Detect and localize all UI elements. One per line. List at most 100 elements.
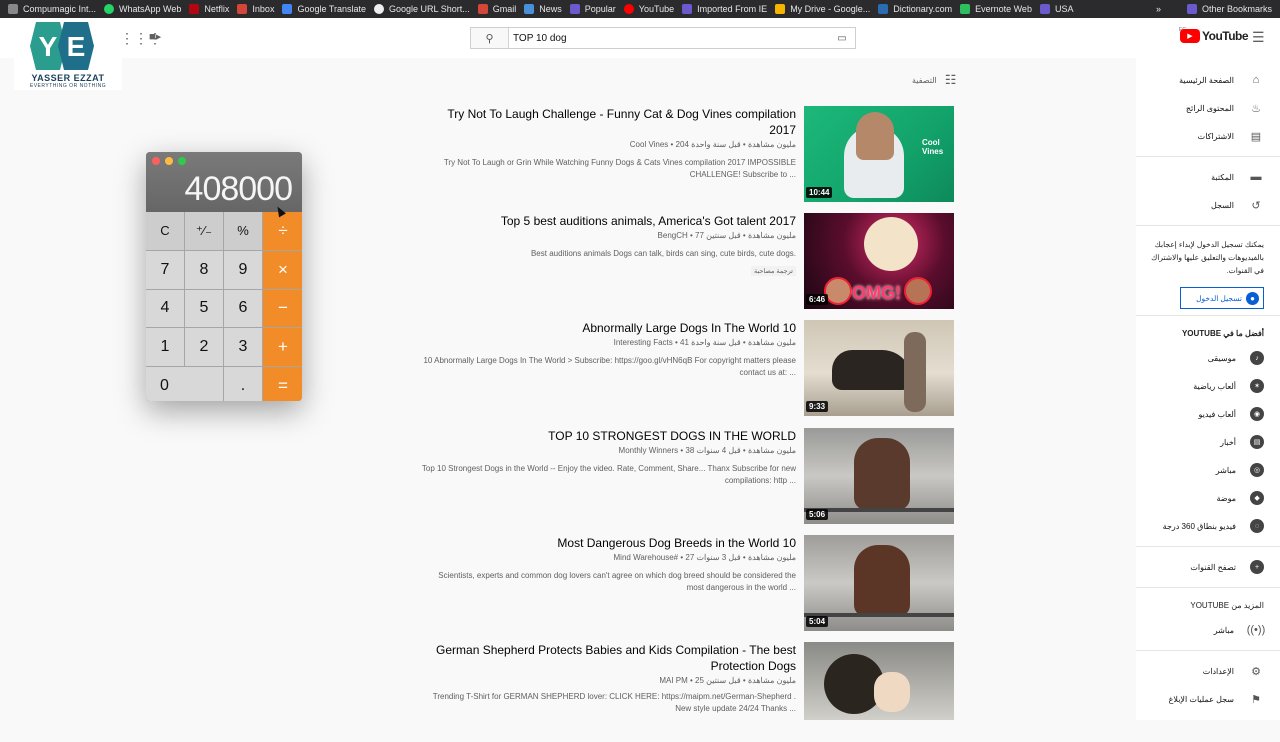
video-thumbnail[interactable]: 5:06 — [804, 428, 954, 524]
bookmark-youtube[interactable]: YouTube — [623, 4, 674, 14]
bookmark-popular[interactable]: Popular — [569, 4, 616, 14]
add-key[interactable]: + — [263, 328, 302, 367]
sidebar-item-360[interactable]: ◌ فيديو بنطاق 360 درجة — [1136, 512, 1280, 540]
sidebar-item-music[interactable]: ♪ موسيقى — [1136, 344, 1280, 372]
digit-8-key[interactable]: 8 — [185, 250, 223, 289]
music-icon: ♪ — [1250, 351, 1264, 365]
sidebar-item-gaming[interactable]: ◉ ألعاب فيديو — [1136, 400, 1280, 428]
bookmark-dictionary[interactable]: Dictionary.com — [878, 4, 952, 14]
sign-toggle-key[interactable]: ⁺∕₋ — [185, 212, 223, 250]
video-result-4[interactable]: TOP 10 STRONGEST DOGS IN THE WORLD Month… — [420, 428, 960, 528]
sidebar-item-live[interactable]: ◎ مباشر — [1136, 456, 1280, 484]
video-thumbnail[interactable]: Cool Vines 10:44 — [804, 106, 954, 202]
decimal-key[interactable]: . — [224, 367, 262, 401]
video-thumbnail[interactable]: 9:33 — [804, 320, 954, 416]
video-thumbnail[interactable]: OMG! 6:46 — [804, 213, 954, 309]
sidebar-item-browse-channels[interactable]: + تصفح القنوات — [1136, 553, 1280, 581]
equals-key[interactable]: = — [263, 367, 302, 401]
duration-badge: 5:04 — [806, 616, 829, 627]
drive-icon — [775, 4, 786, 14]
sidebar-item-news[interactable]: ▤ أخبار — [1136, 428, 1280, 456]
video-info: Try Not To Laugh Challenge - Funny Cat &… — [420, 106, 796, 181]
bookmark-imported[interactable]: Imported From IE — [682, 4, 767, 14]
person-shape — [904, 332, 926, 412]
video-thumbnail[interactable] — [804, 642, 954, 720]
percent-key[interactable]: % — [224, 212, 262, 250]
evernote-icon — [960, 4, 971, 14]
divider — [1136, 225, 1280, 226]
youtube-logo[interactable]: ▶ YouTube — [1180, 29, 1249, 43]
sidebar-item-home[interactable]: ⌂ الصفحة الرئيسية — [1136, 66, 1280, 94]
bookmark-google-url[interactable]: Google URL Short... — [374, 4, 470, 14]
subtract-key[interactable]: − — [263, 289, 302, 328]
sidebar-item-fashion[interactable]: ◆ موضة — [1136, 484, 1280, 512]
create-video-icon[interactable]: ■▸ — [149, 30, 161, 43]
video-result-6[interactable]: German Shepherd Protects Babies and Kids… — [420, 642, 960, 742]
sidebar-item-sports[interactable]: ✶ ألعاب رياضية — [1136, 372, 1280, 400]
bookmark-google-translate[interactable]: Google Translate — [282, 4, 366, 14]
video-result-1[interactable]: Try Not To Laugh Challenge - Funny Cat &… — [420, 106, 960, 206]
folder-icon — [569, 4, 580, 14]
digit-7-key[interactable]: 7 — [146, 250, 184, 289]
digit-4-key[interactable]: 4 — [146, 289, 184, 328]
digit-1-key[interactable]: 1 — [146, 328, 184, 367]
digit-6-key[interactable]: 6 — [224, 289, 262, 328]
duration-badge: 9:33 — [806, 401, 829, 412]
keyboard-icon[interactable]: ▭ — [829, 28, 855, 48]
broadcast-icon: ((•)) — [1246, 624, 1266, 636]
clear-key[interactable]: C — [146, 212, 184, 250]
video-result-5[interactable]: Most Dangerous Dog Breeds in the World 1… — [420, 535, 960, 635]
calculator-display: 408000 — [184, 170, 293, 208]
bookmark-netflix[interactable]: Netflix — [189, 4, 229, 14]
video-title[interactable]: Top 5 best auditions animals, America's … — [420, 213, 796, 229]
hamburger-menu-icon[interactable]: ☰ — [1252, 29, 1265, 46]
bookmark-my-drive[interactable]: My Drive - Google... — [775, 4, 870, 14]
digit-0-key[interactable]: 0 — [146, 367, 223, 401]
search-button[interactable]: ⚲ — [471, 28, 509, 48]
bookmark-news[interactable]: News — [524, 4, 562, 14]
sidebar-item-settings[interactable]: ⚙ الإعدادات — [1136, 657, 1280, 685]
filter-toggle[interactable]: التصفية ☷ — [912, 72, 956, 88]
masthead: ⋮⋮⋮ ■▸ ⚲ ▭ EG ▶ YouTube ☰ — [0, 18, 1280, 58]
bookmark-inbox[interactable]: Inbox — [237, 4, 274, 14]
sidebar-item-history[interactable]: ↺ السجل — [1136, 191, 1280, 219]
sidebar-item-subscriptions[interactable]: ▤ الاشتراكات — [1136, 122, 1280, 150]
multiply-key[interactable]: × — [263, 250, 302, 289]
divide-key[interactable]: ÷ — [263, 212, 302, 250]
gear-icon: ⚙ — [1251, 665, 1261, 678]
close-window-button[interactable] — [152, 157, 160, 165]
bookmarks-overflow-button[interactable]: » — [1156, 4, 1161, 14]
divider — [1136, 587, 1280, 588]
bookmark-evernote[interactable]: Evernote Web — [960, 4, 1032, 14]
bookmark-whatsapp[interactable]: WhatsApp Web — [104, 4, 181, 14]
sidebar-item-live-more[interactable]: ((•)) مباشر — [1136, 616, 1280, 644]
best-of-youtube-heading: أفضل ما في YOUTUBE — [1181, 328, 1264, 338]
video-title[interactable]: Most Dangerous Dog Breeds in the World 1… — [420, 535, 796, 551]
digit-3-key[interactable]: 3 — [224, 328, 262, 367]
bookmark-usa[interactable]: USA — [1039, 4, 1073, 14]
digit-2-key[interactable]: 2 — [185, 328, 223, 367]
digit-5-key[interactable]: 5 — [185, 289, 223, 328]
video-result-2[interactable]: Top 5 best auditions animals, America's … — [420, 213, 960, 313]
bookmark-gmail[interactable]: Gmail — [477, 4, 516, 14]
minimize-window-button[interactable] — [165, 157, 173, 165]
search-input[interactable] — [509, 28, 829, 48]
video-title[interactable]: German Shepherd Protects Babies and Kids… — [420, 642, 796, 674]
video-title[interactable]: TOP 10 STRONGEST DOGS IN THE WORLD — [420, 428, 796, 444]
video-title[interactable]: Abnormally Large Dogs In The World 10 — [420, 320, 796, 336]
zoom-window-button[interactable] — [178, 157, 186, 165]
video-title[interactable]: Try Not To Laugh Challenge - Funny Cat &… — [420, 106, 796, 138]
whatsapp-icon — [104, 4, 115, 14]
flame-icon: ♨ — [1251, 102, 1261, 115]
sidebar-item-report-history[interactable]: ⚑ سجل عمليات الإبلاغ — [1136, 685, 1280, 713]
bookmark-compumagic[interactable]: Compumagic Int... — [8, 4, 96, 14]
flag-icon: ⚑ — [1251, 693, 1261, 706]
digit-9-key[interactable]: 9 — [224, 250, 262, 289]
sidebar-item-library[interactable]: ▬ المكتبة — [1136, 163, 1280, 191]
video-thumbnail[interactable]: 5:04 — [804, 535, 954, 631]
sidebar-item-trending[interactable]: ♨ المحتوى الرائج — [1136, 94, 1280, 122]
video-result-3[interactable]: Abnormally Large Dogs In The World 10 In… — [420, 320, 960, 420]
filter-label: التصفية — [912, 75, 937, 85]
other-bookmarks[interactable]: Other Bookmarks — [1186, 4, 1272, 14]
signin-button[interactable]: ● تسجيل الدخول — [1180, 287, 1264, 309]
